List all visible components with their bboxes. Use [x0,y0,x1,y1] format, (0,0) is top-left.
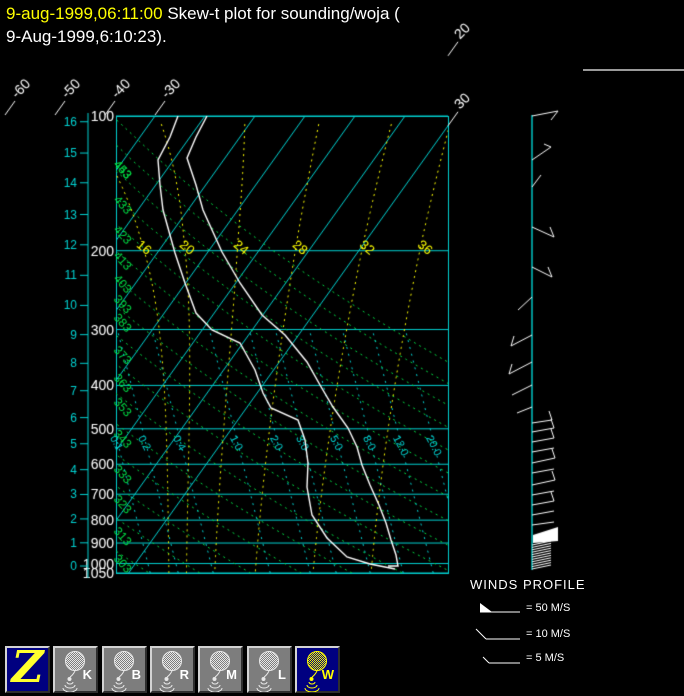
toolbar-button-w[interactable]: W [295,646,340,693]
legend-row-5ms: = 5 M/S [478,651,564,665]
toolbar-button-b[interactable]: B [102,646,147,693]
z-icon: Z [7,642,48,685]
toolbar-button-m[interactable]: M [198,646,243,693]
toolbar-button-z[interactable]: Z [5,646,50,693]
winds-profile-label: WINDS PROFILE [470,577,586,592]
legend-label: = 10 M/S [526,628,570,640]
toolbar-button-letter: B [132,667,141,682]
toolbar-button-k[interactable]: K [53,646,98,693]
toolbar-button-l[interactable]: L [247,646,292,693]
toolbar-button-letter: L [278,667,286,682]
legend-row-10ms: = 10 M/S [474,627,570,641]
toolbar-button-letter: K [83,667,92,682]
legend-row-50ms: = 50 M/S [478,601,570,615]
legend-label: = 50 M/S [526,602,570,614]
toolbar-button-letter: W [322,667,334,682]
toolbar-button-letter: R [180,667,189,682]
flag-barb-icon [478,601,522,615]
toolbar-button-r[interactable]: R [150,646,195,693]
legend-label: = 5 M/S [526,652,564,664]
toolbar-button-letter: M [226,667,237,682]
full-barb-icon [474,627,522,641]
app-window: 9-aug-1999,06:11:00 Skew-t plot for soun… [0,0,684,696]
half-barb-icon [478,651,522,665]
